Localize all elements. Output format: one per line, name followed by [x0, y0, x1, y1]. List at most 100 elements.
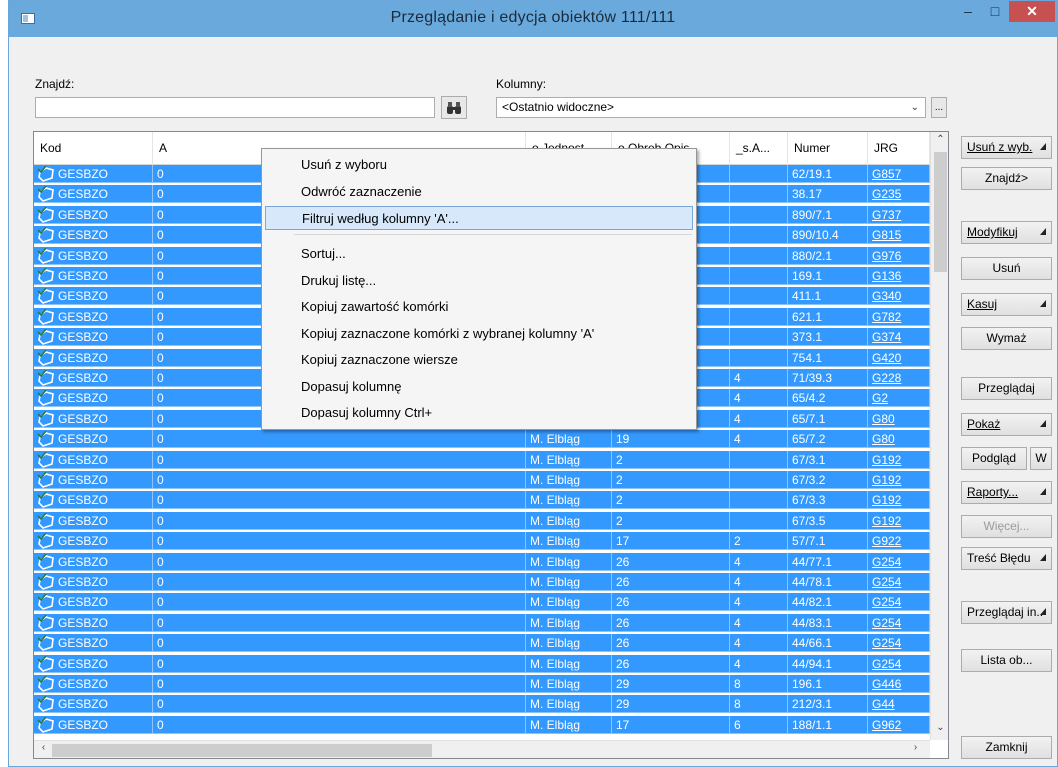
cell-jrg[interactable]: G446 [868, 675, 930, 693]
close-dialog-button[interactable]: Zamknij [961, 736, 1052, 759]
col-header-sa[interactable]: _s.A... [730, 132, 788, 165]
col-header-kod[interactable]: Kod [34, 132, 153, 165]
cell-jrg[interactable]: G228 [868, 369, 930, 387]
table-row[interactable]: GESBZO 0 M. Elbląg 2 67/3.1 G192 [34, 450, 930, 469]
col-header-numer[interactable]: Numer [788, 132, 868, 165]
show-button[interactable]: Pokaż [961, 413, 1052, 436]
cell-jrg[interactable]: G737 [868, 205, 930, 224]
table-row[interactable]: GESBZO 0 M. Elbląg 17 2 57/7.1 G922 [34, 532, 930, 551]
columns-select[interactable]: <Ostatnio widoczne> ⌄ [496, 97, 926, 118]
cell-jrg[interactable]: G192 [868, 471, 930, 489]
cell-jrg[interactable]: G254 [868, 552, 930, 571]
modify-button[interactable]: Modyfikuj [961, 221, 1052, 244]
cell-jednostka: M. Elbląg [526, 471, 612, 489]
menu-item-kopiuj-komorke[interactable]: Kopiuj zawartość komórki [265, 295, 693, 319]
cell-jrg[interactable]: G782 [868, 307, 930, 326]
menu-item-dopasuj-kolumny[interactable]: Dopasuj kolumny Ctrl+ [265, 401, 693, 425]
browse-button[interactable]: Przeglądaj [961, 377, 1052, 400]
cell-jrg[interactable]: G254 [868, 573, 930, 591]
title-bar[interactable]: Przeglądanie i edycja obiektów 111/111 –… [9, 1, 1057, 37]
close-button[interactable]: ✕ [1009, 1, 1055, 22]
horizontal-scrollbar[interactable]: ‹ › [34, 740, 930, 758]
cell-jrg[interactable]: G857 [868, 165, 930, 183]
object-list-button[interactable]: Lista ob... [961, 649, 1052, 672]
table-row[interactable]: GESBZO 0 M. Elbląg 26 4 44/94.1 G254 [34, 654, 930, 673]
menu-item-filtruj[interactable]: Filtruj według kolumny 'A'... [265, 206, 693, 230]
cell-jrg[interactable]: G962 [868, 715, 930, 734]
menu-item-sortuj[interactable]: Sortuj... [265, 242, 693, 266]
horizontal-scroll-thumb[interactable] [52, 744, 432, 757]
cell-jrg[interactable]: G254 [868, 613, 930, 632]
col-header-jrg[interactable]: JRG [868, 132, 930, 165]
cell-jrg[interactable]: G192 [868, 450, 930, 469]
cell-jrg[interactable]: G922 [868, 532, 930, 551]
find-next-button[interactable]: Znajdź> [961, 167, 1052, 190]
cell-jrg[interactable]: G80 [868, 409, 930, 428]
cell-jrg[interactable]: G340 [868, 287, 930, 306]
search-input[interactable] [35, 97, 435, 118]
vertical-scrollbar[interactable]: ⌃ ⌄ [930, 132, 948, 740]
menu-item-drukuj[interactable]: Drukuj listę... [265, 269, 693, 293]
cell-jrg[interactable]: G420 [868, 348, 930, 367]
browse-in-button[interactable]: Przeglądaj in.. [961, 601, 1052, 624]
table-row[interactable]: GESBZO 0 M. Elbląg 17 6 188/1.1 G962 [34, 715, 930, 734]
menu-item-odwroc-zaznaczenie[interactable]: Odwróć zaznaczenie [265, 180, 693, 204]
wymaz-button[interactable]: Wymaż [961, 327, 1052, 350]
cell-jrg[interactable]: G192 [868, 491, 930, 510]
cell-sa [730, 165, 788, 183]
table-row[interactable]: GESBZO 0 M. Elbląg 26 4 44/83.1 G254 [34, 613, 930, 632]
cell-jrg[interactable]: G254 [868, 634, 930, 653]
minimize-button[interactable]: – [955, 1, 981, 22]
preview-button[interactable]: Podgląd [961, 447, 1027, 470]
kasuj-button[interactable]: Kasuj [961, 293, 1052, 316]
table-row[interactable]: GESBZO 0 M. Elbląg 19 4 65/7.2 G80 [34, 430, 930, 449]
delete-button[interactable]: Usuń [961, 257, 1052, 280]
menu-item-kopiuj-komorki-kolumny[interactable]: Kopiuj zaznaczone komórki z wybranej kol… [265, 322, 693, 346]
scroll-up-icon[interactable]: ⌃ [931, 134, 948, 145]
preview-w-button[interactable]: W [1030, 447, 1052, 470]
scroll-right-icon[interactable]: › [906, 742, 925, 753]
cell-kod: GESBZO [34, 450, 153, 469]
find-button[interactable] [441, 96, 467, 119]
table-row[interactable]: GESBZO 0 M. Elbląg 2 67/3.5 G192 [34, 511, 930, 530]
table-row[interactable]: GESBZO 0 M. Elbląg 26 4 44/82.1 G254 [34, 593, 930, 612]
menu-item-kopiuj-wiersze[interactable]: Kopiuj zaznaczone wiersze [265, 348, 693, 372]
cell-kod: GESBZO [34, 226, 153, 245]
remove-from-selection-button[interactable]: Usuń z wyb. [961, 136, 1052, 159]
scroll-left-icon[interactable]: ‹ [34, 742, 53, 753]
cell-numer: 38.17 [788, 185, 868, 204]
cell-jrg[interactable]: G2 [868, 389, 930, 408]
columns-more-button[interactable]: ... [931, 97, 947, 118]
table-row[interactable]: GESBZO 0 M. Elbląg 26 4 44/66.1 G254 [34, 634, 930, 653]
cell-jrg[interactable]: G254 [868, 654, 930, 673]
table-row[interactable]: GESBZO 0 M. Elbląg 29 8 196.1 G446 [34, 675, 930, 693]
table-row[interactable]: GESBZO 0 M. Elbląg 2 67/3.2 G192 [34, 471, 930, 489]
cell-jrg[interactable]: G80 [868, 430, 930, 449]
cell-jrg[interactable]: G815 [868, 226, 930, 245]
cell-jrg[interactable]: G44 [868, 695, 930, 714]
cell-a: 0 [153, 532, 526, 551]
cell-kod: GESBZO [34, 205, 153, 224]
cell-jrg[interactable]: G976 [868, 246, 930, 265]
table-row[interactable]: GESBZO 0 M. Elbląg 2 67/3.3 G192 [34, 491, 930, 510]
table-row[interactable]: GESBZO 0 M. Elbląg 29 8 212/3.1 G44 [34, 695, 930, 714]
cell-jrg[interactable]: G254 [868, 593, 930, 612]
cell-kod: GESBZO [34, 532, 153, 551]
cell-jrg[interactable]: G235 [868, 185, 930, 204]
maximize-button[interactable]: □ [982, 1, 1008, 22]
cell-a: 0 [153, 634, 526, 653]
scroll-down-icon[interactable]: ⌄ [931, 722, 948, 733]
vertical-scroll-thumb[interactable] [934, 152, 947, 272]
reports-button[interactable]: Raporty... [961, 481, 1052, 504]
columns-select-value: <Ostatnio widoczne> [502, 100, 615, 114]
table-row[interactable]: GESBZO 0 M. Elbląg 26 4 44/77.1 G254 [34, 552, 930, 571]
error-content-button[interactable]: Treść Błędu [961, 547, 1052, 570]
cell-jrg[interactable]: G374 [868, 328, 930, 347]
menu-item-usun-z-wyboru[interactable]: Usuń z wyboru [265, 153, 693, 177]
cell-jrg[interactable]: G192 [868, 511, 930, 530]
cell-jrg[interactable]: G136 [868, 267, 930, 285]
more-button[interactable]: Więcej... [961, 515, 1052, 538]
cell-jednostka: M. Elbląg [526, 613, 612, 632]
menu-item-dopasuj-kolumne[interactable]: Dopasuj kolumnę [265, 375, 693, 399]
table-row[interactable]: GESBZO 0 M. Elbląg 26 4 44/78.1 G254 [34, 573, 930, 591]
